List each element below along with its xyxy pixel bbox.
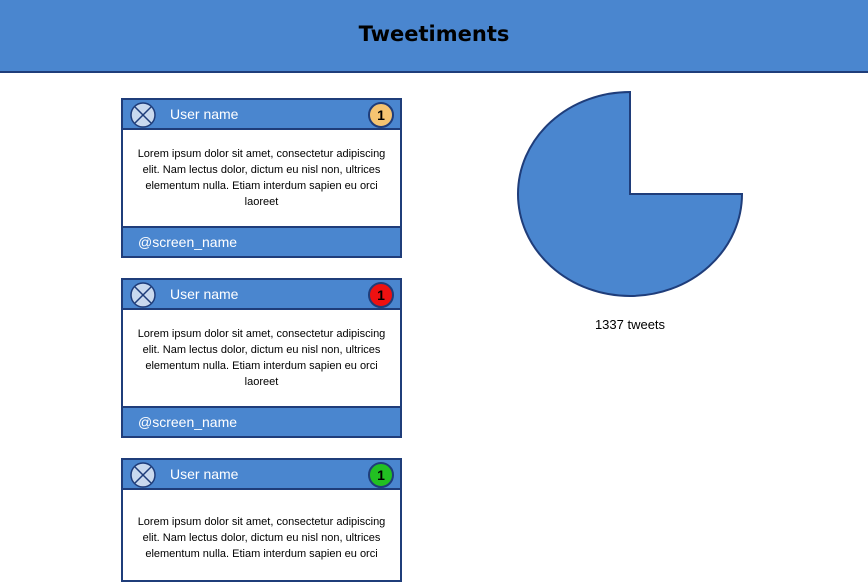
tweet-text: Lorem ipsum dolor sit amet, consectetur … <box>137 148 386 208</box>
pie-slice <box>517 90 744 297</box>
tweet-card-header: User name 1 <box>123 280 400 310</box>
tweet-card: User name 1 Lorem ipsum dolor sit amet, … <box>121 98 402 258</box>
screen-name[interactable]: @screen_name <box>138 414 237 430</box>
sentiment-badge: 1 <box>368 462 394 488</box>
screen-name[interactable]: @screen_name <box>138 234 237 250</box>
avatar-placeholder-icon[interactable] <box>130 102 156 128</box>
user-name[interactable]: User name <box>170 286 238 302</box>
tweet-card-header: User name 1 <box>123 460 400 490</box>
tweet-card: User name 1 Lorem ipsum dolor sit amet, … <box>121 278 402 438</box>
tweet-body: Lorem ipsum dolor sit amet, consectetur … <box>123 310 400 406</box>
tweet-card-footer: @screen_name <box>123 406 400 436</box>
tweet-card-footer: @screen_name <box>123 226 400 256</box>
tweet-card-header: User name 1 <box>123 100 400 130</box>
user-name[interactable]: User name <box>170 106 238 122</box>
tweet-text: Lorem ipsum dolor sit amet, consectetur … <box>137 328 386 388</box>
tweet-body: Lorem ipsum dolor sit amet, consectetur … <box>123 130 400 226</box>
avatar-placeholder-icon[interactable] <box>130 462 156 488</box>
tweet-text: Lorem ipsum dolor sit amet, consectetur … <box>137 516 386 560</box>
sentiment-badge: 1 <box>368 102 394 128</box>
avatar-placeholder-icon[interactable] <box>130 282 156 308</box>
tweet-card: User name 1 Lorem ipsum dolor sit amet, … <box>121 458 402 582</box>
tweet-count-label: 1337 tweets <box>594 317 666 332</box>
tweet-pie-chart <box>517 90 744 297</box>
sentiment-badge: 1 <box>368 282 394 308</box>
tweet-body: Lorem ipsum dolor sit amet, consectetur … <box>123 490 400 586</box>
app-title: Tweetiments <box>358 21 510 46</box>
user-name[interactable]: User name <box>170 466 238 482</box>
app-header: Tweetiments <box>0 0 868 73</box>
